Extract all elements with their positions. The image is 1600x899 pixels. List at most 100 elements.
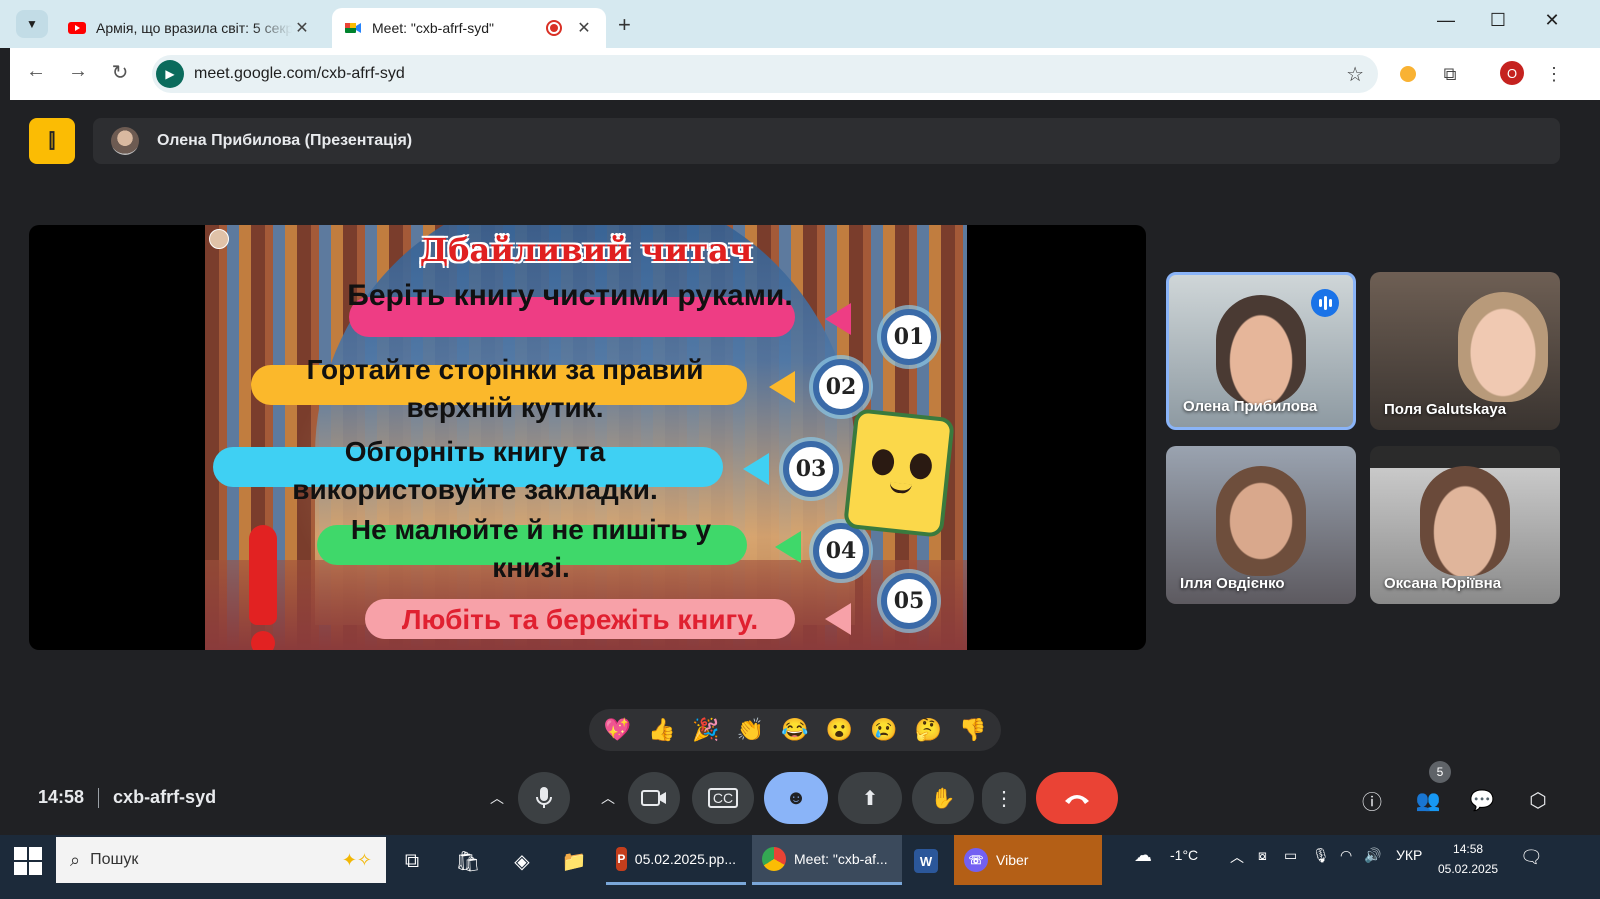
rule-number-4: 04 xyxy=(813,523,869,579)
word-icon[interactable]: W xyxy=(906,841,946,881)
presenter-bar: Олена Прибилова (Презентація) xyxy=(93,118,1560,164)
minimize-icon[interactable]: — xyxy=(1426,10,1466,31)
presentation-icon[interactable]: ⫿ xyxy=(29,118,75,164)
speaking-indicator-icon xyxy=(1311,289,1339,317)
address-bar[interactable]: ▶ meet.google.com/cxb-afrf-syd ☆ xyxy=(152,55,1378,93)
camera-button[interactable] xyxy=(628,772,680,824)
participant-tile[interactable]: Поля Galutskaya xyxy=(1370,272,1560,430)
site-info-icon[interactable]: ▶ xyxy=(156,60,184,88)
reaction-surprised-icon[interactable]: 😮 xyxy=(826,717,853,743)
system-clock[interactable]: 14:58 05.02.2025 xyxy=(1438,839,1498,879)
audio-options-chevron-icon[interactable]: ︿ xyxy=(483,772,511,824)
taskbar-app-chrome[interactable]: Meet: "cxb-af... xyxy=(752,835,902,885)
tab-search-button[interactable]: ▼ xyxy=(16,10,48,38)
leave-call-button[interactable] xyxy=(1036,772,1118,824)
notifications-icon[interactable]: 🗨 xyxy=(1520,847,1543,868)
microsoft-store-icon[interactable]: 🛍 xyxy=(448,841,488,881)
hang-up-icon xyxy=(1065,795,1089,804)
more-options-button[interactable]: ⋮ xyxy=(982,772,1026,824)
participant-name: Олена Прибилова xyxy=(1183,398,1318,415)
presenter-label: Олена Прибилова (Презентація) xyxy=(157,132,413,149)
close-window-icon[interactable]: ✕ xyxy=(1532,10,1572,31)
tab-title: Армія, що вразила світ: 5 секр xyxy=(96,20,292,36)
chat-icon[interactable]: 💬 xyxy=(1466,784,1498,816)
profile-avatar[interactable]: O xyxy=(1500,61,1524,85)
youtube-icon xyxy=(68,22,86,34)
windows-start-icon[interactable] xyxy=(14,847,42,875)
copilot-icon[interactable]: ◈ xyxy=(502,841,542,881)
camera-icon xyxy=(641,790,666,806)
participant-video xyxy=(1458,292,1548,402)
taskbar-app-powerpoint[interactable]: P 05.02.2025.pp... xyxy=(606,835,746,885)
activities-icon[interactable]: ⬡ xyxy=(1522,784,1554,816)
reaction-laugh-icon[interactable]: 😂 xyxy=(781,717,808,743)
meeting-details-info-icon[interactable]: ⓘ xyxy=(1356,784,1388,816)
task-view-icon[interactable]: ⧉ xyxy=(392,841,432,881)
meeting-time: 14:58 xyxy=(38,787,85,807)
reaction-party-icon[interactable]: 🎉 xyxy=(692,717,719,743)
weather-temperature[interactable]: -1°C xyxy=(1170,847,1198,863)
close-icon[interactable]: ✕ xyxy=(574,18,594,38)
reaction-thumbs-down-icon[interactable]: 👎 xyxy=(959,717,986,743)
windows-taskbar: ⌕ Пошук ✦✧ ⧉ 🛍 ◈ 📁 P 05.02.2025.pp... Me… xyxy=(0,835,1600,899)
maximize-icon[interactable]: ☐ xyxy=(1478,10,1518,31)
reactions-button[interactable]: ☻ xyxy=(764,772,828,824)
new-tab-button[interactable]: + xyxy=(618,12,631,38)
taskbar-app-label: Viber xyxy=(996,852,1029,868)
reaction-sad-icon[interactable]: 😢 xyxy=(870,717,897,743)
back-arrow-icon[interactable]: ← xyxy=(22,60,50,83)
weather-cloud-icon[interactable]: ☁ xyxy=(1134,845,1152,866)
present-screen-button[interactable]: ⬆ xyxy=(838,772,902,824)
reaction-heart-icon[interactable]: 💖 xyxy=(604,717,631,743)
rule-arrow-1 xyxy=(825,303,851,335)
taskbar-app-viber[interactable]: ☏ Viber xyxy=(954,835,1102,885)
taskbar-app-label: Meet: "cxb-af... xyxy=(794,850,888,867)
close-icon[interactable]: ✕ xyxy=(292,18,312,38)
reload-icon[interactable]: ↻ xyxy=(106,60,134,85)
reaction-thinking-icon[interactable]: 🤔 xyxy=(915,717,942,743)
taskbar-search-box[interactable]: ⌕ Пошук ✦✧ xyxy=(56,837,386,883)
participant-tile[interactable]: Ілля Овдієнко xyxy=(1166,446,1356,604)
extension-sun-icon[interactable] xyxy=(1394,60,1422,88)
meet-window: ⫿ Олена Прибилова (Презентація) Дбайливи… xyxy=(10,100,1600,835)
participant-video xyxy=(1216,295,1306,405)
rule-number-1: 01 xyxy=(881,309,937,365)
wifi-icon[interactable]: ◠ xyxy=(1340,847,1352,864)
viber-icon: ☏ xyxy=(964,848,988,872)
bookmark-star-icon[interactable]: ☆ xyxy=(1346,62,1364,87)
meeting-info: 14:58 cxb-afrf-syd xyxy=(38,787,216,808)
microphone-button[interactable] xyxy=(518,772,570,824)
kebab-menu-icon[interactable]: ⋮ xyxy=(1540,60,1568,88)
presenter-avatar xyxy=(111,127,139,155)
rule-text-2: Гортайте сторінки за правий верхній кути… xyxy=(306,354,704,423)
microphone-icon xyxy=(536,787,552,808)
people-count-badge: 5 xyxy=(1429,761,1451,783)
people-icon[interactable]: 👥 xyxy=(1412,784,1444,816)
recording-icon xyxy=(546,20,562,36)
reaction-thumbs-up-icon[interactable]: 👍 xyxy=(648,717,675,743)
device-icon[interactable]: ⧇ xyxy=(1258,847,1267,864)
meet-icon xyxy=(345,23,361,33)
rule-number-3: 03 xyxy=(783,441,839,497)
battery-icon[interactable]: ▭ xyxy=(1284,847,1297,864)
tab-meet[interactable]: Meet: "cxb-afrf-syd" ✕ xyxy=(332,8,606,48)
tab-title: Meet: "cxb-afrf-syd" xyxy=(372,20,494,36)
extensions-puzzle-icon[interactable]: ⧉ xyxy=(1436,60,1464,88)
input-language[interactable]: УКР xyxy=(1396,847,1422,863)
captions-icon: CC xyxy=(707,788,739,808)
volume-icon[interactable]: 🔊 xyxy=(1364,847,1381,864)
tab-youtube[interactable]: Армія, що вразила світ: 5 секр ✕ xyxy=(56,8,324,48)
participant-tile[interactable]: Олена Прибилова xyxy=(1166,272,1356,430)
video-options-chevron-icon[interactable]: ︿ xyxy=(594,772,622,824)
forward-arrow-icon[interactable]: → xyxy=(64,60,92,83)
captions-button[interactable]: CC xyxy=(692,772,754,824)
raise-hand-button[interactable]: ✋ xyxy=(912,772,974,824)
participant-tile[interactable]: Оксана Юріївна xyxy=(1370,446,1560,604)
meeting-code: cxb-afrf-syd xyxy=(113,787,217,807)
reaction-clap-icon[interactable]: 👏 xyxy=(737,717,764,743)
slide-title: Дбайливий читач xyxy=(419,231,753,269)
file-explorer-icon[interactable]: 📁 xyxy=(554,841,594,881)
rule-arrow-5 xyxy=(825,603,851,635)
show-hidden-icons-chevron-icon[interactable]: ︿ xyxy=(1230,847,1244,867)
microphone-tray-icon[interactable]: 🎙 xyxy=(1312,847,1330,864)
